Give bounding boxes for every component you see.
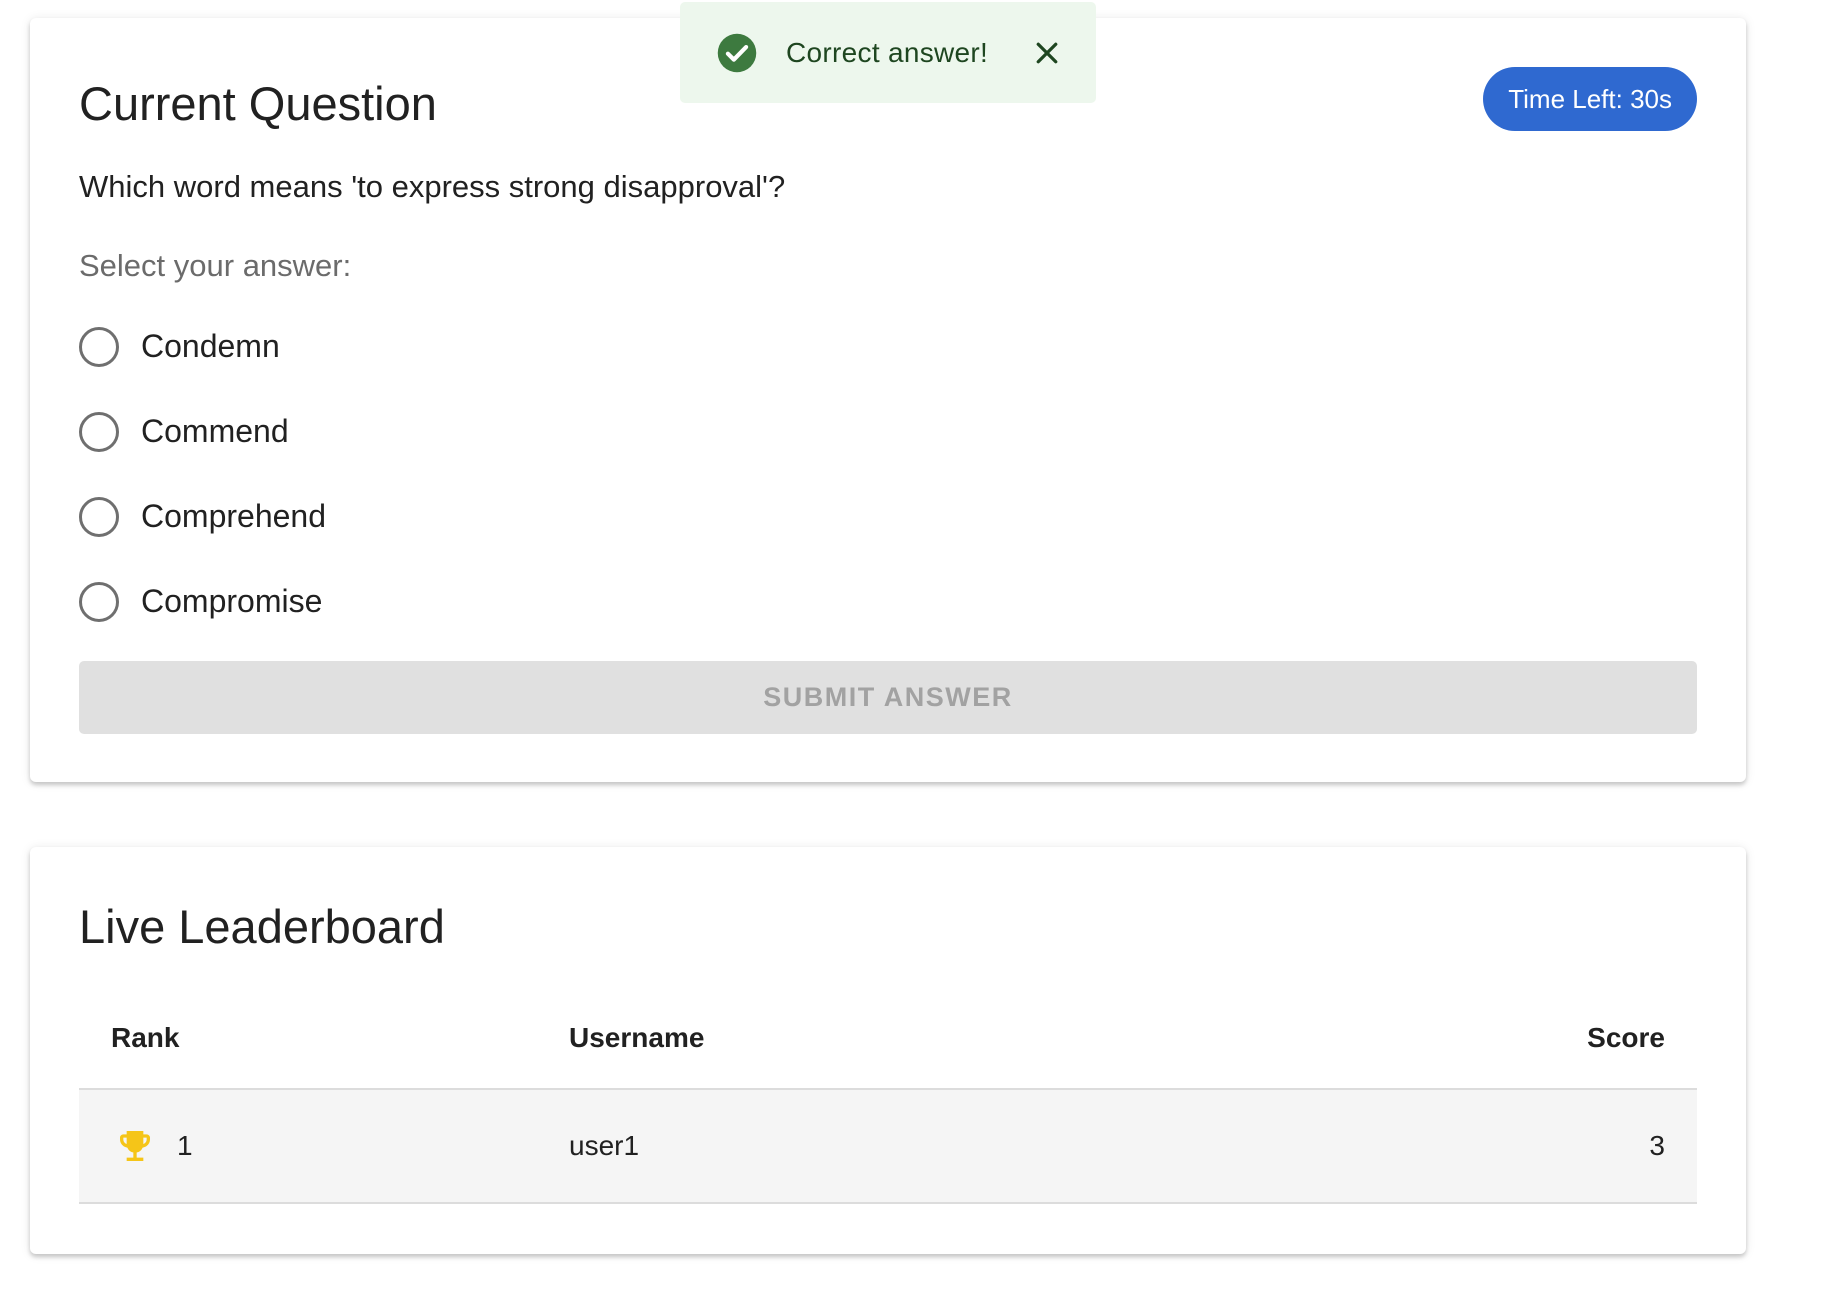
score-cell: 3 bbox=[1649, 1130, 1665, 1161]
rank-value: 1 bbox=[177, 1130, 193, 1161]
username-cell: user1 bbox=[569, 1130, 640, 1161]
radio-button-icon[interactable] bbox=[79, 411, 119, 452]
answer-option-label: Condemn bbox=[141, 328, 280, 364]
leaderboard-table: Rank Username Score 1 user1 3 bbox=[79, 987, 1697, 1204]
rank-cell: 1 bbox=[79, 1126, 569, 1166]
answer-option-label: Commend bbox=[141, 413, 289, 449]
score-column-header: Score bbox=[1587, 1021, 1665, 1053]
answer-option-commend[interactable]: Commend bbox=[79, 389, 679, 474]
question-text: Which word means 'to express strong disa… bbox=[79, 169, 786, 204]
answer-option-condemn[interactable]: Condemn bbox=[79, 304, 679, 389]
select-answer-label: Select your answer: bbox=[79, 248, 352, 283]
trophy-icon bbox=[120, 1131, 150, 1161]
leaderboard-title: Live Leaderboard bbox=[79, 900, 445, 953]
submit-answer-button[interactable]: SUBMIT ANSWER bbox=[79, 661, 1697, 734]
radio-button-icon[interactable] bbox=[79, 581, 119, 622]
question-card-title: Current Question bbox=[79, 77, 437, 130]
close-icon[interactable] bbox=[1032, 38, 1062, 68]
question-card: Current Question Time Left: 30s Which wo… bbox=[30, 18, 1746, 782]
toast-message: Correct answer! bbox=[786, 36, 989, 68]
answer-option-compromise[interactable]: Compromise bbox=[79, 559, 679, 644]
success-toast: Correct answer! bbox=[680, 2, 1096, 103]
time-left-chip: Time Left: 30s bbox=[1483, 67, 1697, 131]
radio-button-icon[interactable] bbox=[79, 326, 119, 367]
username-column-header: Username bbox=[569, 1021, 705, 1053]
answer-option-label: Comprehend bbox=[141, 498, 326, 534]
leaderboard-header-row: Rank Username Score bbox=[79, 987, 1697, 1090]
answer-option-comprehend[interactable]: Comprehend bbox=[79, 474, 679, 559]
answer-options: Condemn Commend Comprehend Compromise bbox=[79, 304, 679, 644]
leaderboard-card: Live Leaderboard Rank Username Score 1 u… bbox=[30, 847, 1746, 1254]
radio-button-icon[interactable] bbox=[79, 496, 119, 537]
rank-column-header: Rank bbox=[111, 1021, 180, 1053]
answer-option-label: Compromise bbox=[141, 583, 323, 619]
check-circle-icon bbox=[717, 33, 757, 72]
table-row: 1 user1 3 bbox=[79, 1090, 1697, 1204]
